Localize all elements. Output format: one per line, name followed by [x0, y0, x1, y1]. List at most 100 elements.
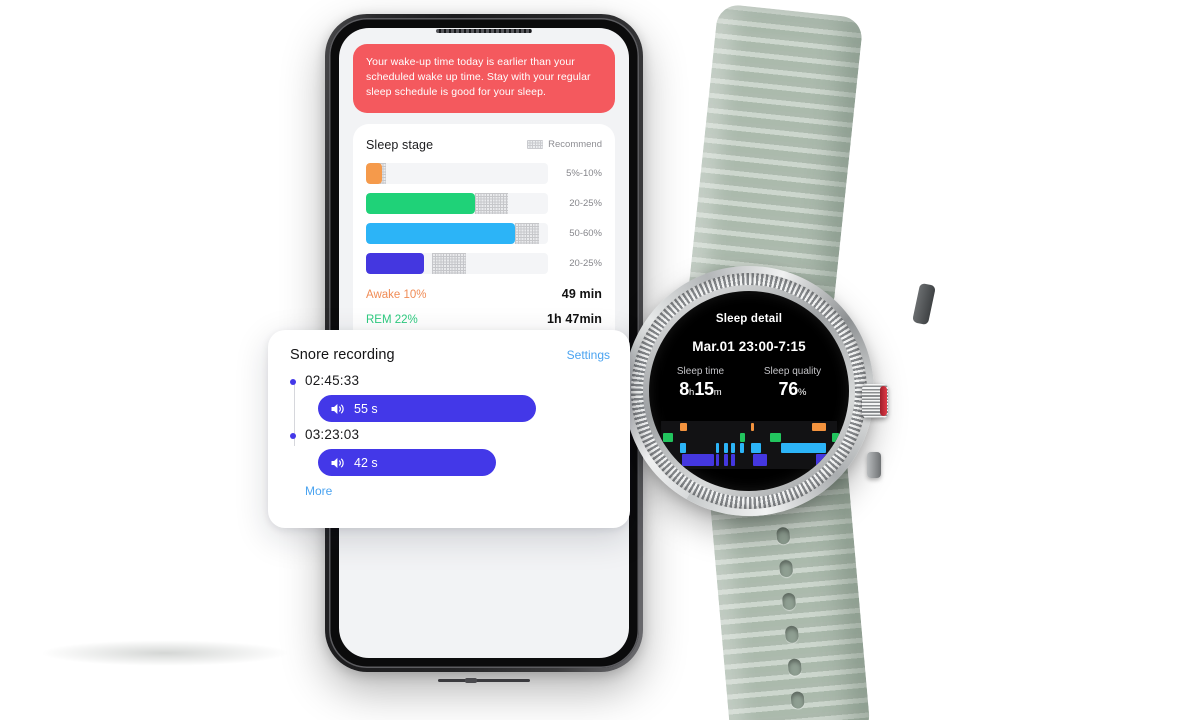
- snore-play-button[interactable]: 42 s: [318, 449, 496, 476]
- snore-recording-title: Snore recording: [290, 347, 395, 363]
- watch-screen[interactable]: Sleep detail Mar.01 23:00-7:15 Sleep tim…: [649, 291, 849, 491]
- hypnogram-segment: [731, 454, 735, 466]
- legend-label: REM 22%: [366, 313, 418, 326]
- strap-hole: [778, 559, 794, 578]
- snore-duration: 55 s: [354, 401, 378, 416]
- watch-strap-top: [688, 3, 864, 307]
- snore-play-button[interactable]: 55 s: [318, 395, 536, 422]
- hypnogram-start-time: :00: [661, 473, 673, 482]
- snore-event-time: 03:23:03: [305, 427, 360, 442]
- hypnogram-segment: [680, 423, 688, 431]
- legend-label: Awake 10%: [366, 288, 427, 301]
- strap-hole: [787, 658, 802, 677]
- bar-fill-light: [366, 222, 516, 244]
- sleep-stage-bar-row: 20-25%: [366, 252, 602, 274]
- strap-hole: [784, 625, 800, 644]
- phone-microphone: [465, 678, 478, 683]
- watch-stat-label: Sleep quality: [763, 366, 822, 377]
- bar-track-deep: [366, 252, 548, 274]
- bar-track-rem: [366, 192, 548, 214]
- bar-range-label: 20-25%: [569, 197, 602, 209]
- sleep-stage-card-header: Sleep stage Recommend: [366, 138, 602, 152]
- bar-range-label: 50-60%: [569, 227, 602, 239]
- bar-track-awake: [366, 162, 548, 184]
- watch-crown[interactable]: [862, 384, 888, 418]
- hypnogram-segment: [740, 443, 744, 453]
- phone-speaker-grille: [436, 29, 532, 33]
- sleep-stage-bar-row: 50-60%: [366, 222, 602, 244]
- strap-hole: [776, 526, 791, 545]
- snore-timeline-dot: [290, 379, 296, 385]
- snore-card-header: Snore recording Settings: [290, 347, 610, 363]
- hypnogram-segment: [715, 454, 720, 466]
- watch-hypnogram: [661, 421, 839, 469]
- hypnogram-segment: [815, 454, 830, 466]
- bar-recommend-zone: [515, 222, 539, 244]
- snore-duration: 42 s: [354, 455, 378, 470]
- hypnogram-segment: [731, 443, 735, 453]
- speaker-icon: [331, 403, 344, 414]
- watch-stats: Sleep time 8h15m Sleep quality 76%: [657, 366, 841, 400]
- hypnogram-segment: [750, 443, 762, 453]
- snore-recording-card: Snore recording Settings 02:45:33 55 s 03:…: [268, 330, 630, 528]
- bar-fill-deep: [366, 252, 425, 274]
- speaker-icon: [331, 457, 344, 468]
- bar-recommend-zone: [475, 192, 508, 214]
- sleep-stage-bars: 5%-10% 20-25% 50-60% 20-25%: [366, 162, 602, 274]
- strap-hole: [790, 691, 805, 710]
- watch-stat-value: 8h15m: [679, 379, 722, 399]
- bar-fill-awake: [366, 162, 383, 184]
- recommend-legend: Recommend: [527, 139, 602, 150]
- sleep-stage-card: Sleep stage Recommend 5%-10% 20-25% 50-60%…: [353, 123, 615, 363]
- snore-timeline-dot: [290, 433, 296, 439]
- bar-range-label: 5%-10%: [566, 167, 602, 179]
- sleep-stage-legend-row: REM 22% 1h 47min: [366, 312, 602, 326]
- sleep-stage-bar-row: 5%-10%: [366, 162, 602, 184]
- hypnogram-segment: [752, 454, 767, 466]
- sleep-stage-bar-row: 20-25%: [366, 192, 602, 214]
- watch-hypnogram-time-axis: :00 7:: [661, 473, 837, 482]
- phone-charging-port: [438, 679, 530, 682]
- legend-value: 1h 47min: [547, 311, 602, 326]
- watch-stat-label: Sleep time: [676, 366, 725, 377]
- bar-track-light: [366, 222, 548, 244]
- bar-fill-rem: [366, 192, 476, 214]
- smartwatch-device: Sleep detail Mar.01 23:00-7:15 Sleep tim…: [600, 3, 940, 720]
- bar-recommend-zone: [431, 252, 467, 274]
- legend-value: 49 min: [561, 286, 602, 301]
- strap-hole: [781, 592, 797, 611]
- snore-event-item: 03:23:03 42 s: [290, 427, 610, 476]
- hypnogram-segment: [715, 443, 720, 453]
- hypnogram-end-time: 7:: [830, 473, 837, 482]
- bar-range-label: 20-25%: [569, 257, 602, 269]
- watch-side-button[interactable]: [867, 452, 881, 478]
- watch-stat-sleep-quality: Sleep quality 76%: [764, 366, 821, 400]
- snore-event-item: 02:45:33 55 s: [290, 373, 610, 422]
- hypnogram-segment: [740, 433, 746, 442]
- watch-stat-sleep-time: Sleep time 8h15m: [677, 366, 724, 400]
- watch-drop-shadow: [40, 640, 290, 666]
- snore-more-link[interactable]: More: [305, 484, 610, 498]
- snore-event-time: 02:45:33: [305, 373, 360, 388]
- recommend-label: Recommend: [548, 139, 602, 151]
- wakeup-alert-banner: Your wake-up time today is earlier than …: [353, 44, 615, 113]
- snore-event-list: 02:45:33 55 s 03:23:03 42 s: [290, 373, 610, 476]
- hypnogram-segment: [662, 433, 674, 442]
- hypnogram-segment: [750, 423, 755, 431]
- watch-stat-value: 76%: [778, 379, 807, 399]
- hypnogram-segment: [724, 454, 728, 466]
- hypnogram-segment: [682, 454, 714, 466]
- screenshot-root: Your wake-up time today is earlier than …: [0, 0, 1200, 720]
- hypnogram-segment: [831, 433, 839, 442]
- watch-date-range: Mar.01 23:00-7:15: [692, 339, 806, 354]
- hatched-swatch-icon: [527, 140, 544, 150]
- hypnogram-segment: [680, 443, 686, 453]
- snore-settings-link[interactable]: Settings: [567, 348, 610, 362]
- hypnogram-segment: [724, 443, 728, 453]
- watch-case: Sleep detail Mar.01 23:00-7:15 Sleep tim…: [624, 266, 888, 516]
- watch-lug: [912, 282, 936, 326]
- watch-face-title: Sleep detail: [715, 313, 783, 325]
- hypnogram-segment: [812, 423, 827, 431]
- hypnogram-segment: [770, 433, 781, 442]
- sleep-stage-title: Sleep stage: [366, 137, 434, 152]
